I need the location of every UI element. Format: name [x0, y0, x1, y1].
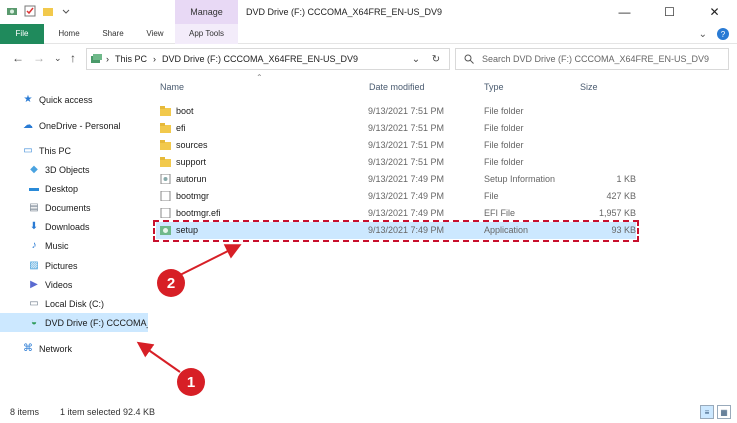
selection-info: 1 item selected 92.4 KB: [60, 407, 156, 417]
step-marker-2: 2: [157, 269, 185, 297]
arrow-to-setup: [177, 244, 242, 277]
view-toggle: ≡ ▦: [700, 405, 731, 419]
status-bar: 8 items 1 item selected 92.4 KB ≡ ▦: [0, 401, 737, 423]
large-icons-view-icon[interactable]: ▦: [717, 405, 731, 419]
annotation-arrows: [136, 244, 242, 373]
step-marker-1: 1: [177, 368, 205, 396]
item-count: 8 items: [10, 407, 40, 417]
details-view-icon[interactable]: ≡: [700, 405, 714, 419]
arrow-to-dvd-drive: [136, 341, 181, 373]
